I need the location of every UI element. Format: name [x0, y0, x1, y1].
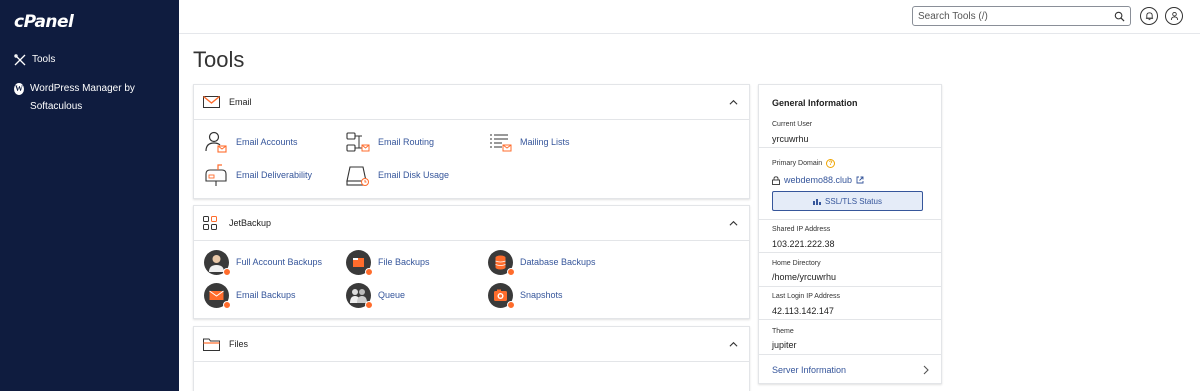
primary-domain-value: webdemo88.club — [784, 175, 853, 185]
email-panel-header[interactable]: Email — [194, 85, 749, 120]
tool-email-deliverability[interactable]: Email Deliverability — [203, 162, 312, 188]
divider — [759, 219, 941, 220]
general-info-title: General Information — [772, 98, 858, 108]
primary-domain-row: Primary Domain ? — [772, 159, 836, 168]
ssl-tls-status-button[interactable]: SSL/TLS Status — [772, 191, 923, 211]
tool-label: Queue — [378, 290, 406, 300]
sidebar-item-label: Tools — [32, 54, 56, 65]
user-menu-button[interactable] — [1165, 7, 1183, 25]
tool-email-routing[interactable]: Email Routing — [345, 129, 434, 155]
tool-email-backups[interactable]: Email Backups — [203, 282, 296, 309]
chevron-right-icon[interactable] — [922, 365, 930, 375]
bar-chart-icon — [813, 198, 822, 205]
search-icon[interactable] — [1114, 11, 1125, 22]
queue-icon — [345, 282, 373, 309]
tool-database-backups[interactable]: Database Backups — [487, 249, 596, 276]
primary-domain-link[interactable]: webdemo88.club — [772, 175, 864, 185]
help-icon[interactable]: ? — [826, 159, 836, 168]
panel-title: Files — [229, 339, 249, 349]
current-user-value: yrcuwrhu — [772, 134, 809, 144]
main-content: Tools Email Email Accounts Email Routing — [179, 34, 1200, 391]
database-backups-icon — [487, 249, 515, 276]
wordpress-icon: W — [14, 83, 25, 95]
theme-label: Theme — [772, 328, 794, 335]
tool-label: Email Deliverability — [236, 170, 313, 180]
last-login-label: Last Login IP Address — [772, 293, 840, 300]
last-login-value: 42.113.142.147 — [772, 306, 834, 316]
file-backups-icon — [345, 249, 373, 276]
user-icon — [1170, 11, 1178, 21]
tool-label: Database Backups — [520, 257, 596, 267]
tool-queue[interactable]: Queue — [345, 282, 406, 309]
tool-label: Email Accounts — [236, 137, 298, 147]
tool-email-disk-usage[interactable]: Email Disk Usage — [345, 162, 449, 188]
general-information-card: General Information Current User yrcuwrh… — [758, 84, 942, 384]
email-panel: Email Email Accounts Email Routing Maili… — [193, 84, 750, 199]
page-title: Tools — [193, 47, 245, 72]
jetbackup-panel-header[interactable]: JetBackup — [194, 206, 749, 241]
snapshots-icon — [487, 282, 515, 309]
folder-icon — [203, 337, 221, 351]
divider — [759, 252, 941, 253]
jetbackup-panel: JetBackup Full Account Backups File Back… — [193, 205, 750, 319]
search-box[interactable] — [912, 6, 1131, 26]
chevron-up-icon[interactable] — [729, 340, 738, 349]
theme-value: jupiter — [772, 340, 797, 350]
sidebar: cPanel Tools W WordPress Manager by Soft… — [0, 0, 179, 391]
ssl-button-label: SSL/TLS Status — [825, 196, 882, 206]
email-deliverability-icon — [203, 162, 229, 188]
chevron-up-icon[interactable] — [729, 219, 738, 228]
tools-icon — [14, 54, 26, 66]
tool-mailing-lists[interactable]: Mailing Lists — [487, 129, 570, 155]
chevron-up-icon[interactable] — [729, 98, 738, 107]
divider — [759, 147, 941, 148]
primary-domain-label: Primary Domain — [772, 160, 823, 167]
tool-label: Email Disk Usage — [378, 170, 450, 180]
sidebar-item-label: WordPress Manager by Softaculous — [30, 83, 135, 112]
email-accounts-icon — [203, 129, 229, 155]
tool-label: File Backups — [378, 257, 430, 267]
topbar — [179, 0, 1200, 34]
panel-title: Email — [229, 97, 252, 107]
lock-icon — [772, 175, 780, 185]
panel-title: JetBackup — [229, 218, 272, 228]
shared-ip-label: Shared IP Address — [772, 226, 831, 233]
divider — [759, 354, 941, 355]
shared-ip-value: 103.221.222.38 — [772, 239, 835, 249]
home-directory-value: /home/yrcuwrhu — [772, 272, 837, 282]
notifications-button[interactable] — [1140, 7, 1158, 25]
tool-label: Email Routing — [378, 137, 435, 147]
tool-label: Snapshots — [520, 290, 563, 300]
sidebar-item-wordpress-manager[interactable]: W WordPress Manager by Softaculous — [14, 80, 164, 116]
tool-snapshots[interactable]: Snapshots — [487, 282, 563, 309]
tool-email-accounts[interactable]: Email Accounts — [203, 129, 298, 155]
divider — [759, 286, 941, 287]
email-icon — [203, 95, 221, 109]
email-routing-icon — [345, 129, 371, 155]
divider — [759, 319, 941, 320]
external-link-icon — [856, 176, 864, 184]
tool-file-backups[interactable]: File Backups — [345, 249, 430, 276]
tool-label: Full Account Backups — [236, 257, 323, 267]
home-directory-label: Home Directory — [772, 260, 821, 267]
email-backups-icon — [203, 282, 231, 309]
tool-label: Mailing Lists — [520, 137, 570, 147]
cpanel-logo[interactable]: cPanel — [14, 12, 74, 32]
mailing-lists-icon — [487, 129, 513, 155]
current-user-label: Current User — [772, 121, 813, 128]
search-input[interactable] — [918, 10, 1108, 22]
tool-full-account-backups[interactable]: Full Account Backups — [203, 249, 323, 276]
server-information-link[interactable]: Server Information — [772, 365, 846, 375]
tool-label: Email Backups — [236, 290, 296, 300]
jetbackup-icon — [203, 216, 221, 230]
files-panel-header[interactable]: Files — [194, 327, 749, 362]
bell-icon — [1145, 12, 1153, 21]
sidebar-item-tools[interactable]: Tools — [14, 54, 55, 66]
files-panel: Files — [193, 326, 750, 391]
full-account-backups-icon — [203, 249, 231, 276]
email-disk-usage-icon — [345, 162, 371, 188]
